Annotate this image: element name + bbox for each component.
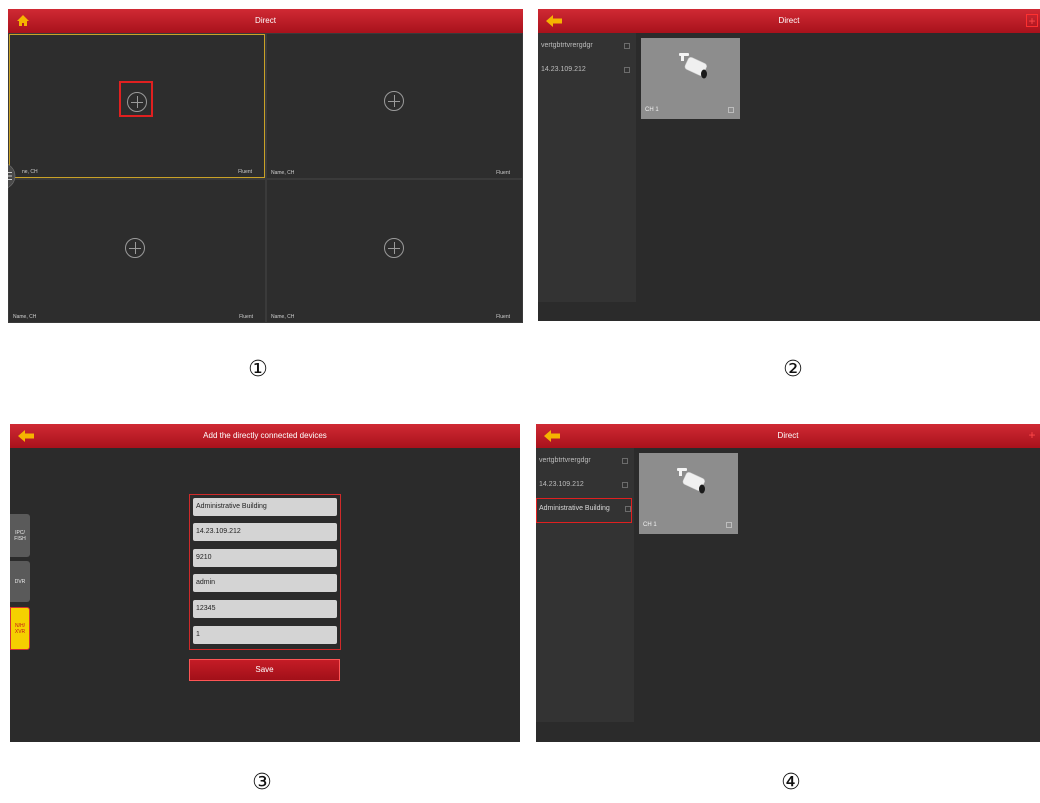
camera-icon (679, 53, 707, 79)
list-item[interactable]: vertgbtrtvrergdgr (536, 449, 634, 473)
add-device-icon[interactable]: + (1026, 429, 1038, 442)
camera-icon (677, 468, 705, 494)
page-title: Direct (777, 431, 799, 440)
channel-label: CH 1 (645, 107, 659, 113)
back-arrow-icon[interactable] (546, 15, 562, 27)
cell-caption: Name, CH Fluent (271, 170, 510, 176)
list-item[interactable]: 14.23.109.212 (538, 58, 636, 82)
checkbox[interactable] (622, 482, 628, 488)
panel-live-view: Direct ne, CH Fluent Name, CH Fluent Nam… (8, 9, 523, 323)
cell-caption: Name, CH Fluent (271, 314, 510, 320)
video-cell[interactable]: Name, CH Fluent (267, 34, 522, 178)
add-circle-icon[interactable] (384, 238, 404, 258)
title-bar: Add the directly connected devices (10, 424, 520, 448)
panel-add-device-form: Add the directly connected devices IPC/ … (10, 424, 520, 742)
channel-label: CH 1 (643, 522, 657, 528)
checkbox[interactable] (728, 107, 734, 113)
home-icon[interactable] (16, 14, 30, 27)
title-bar: Direct + (536, 424, 1040, 448)
back-arrow-icon[interactable] (544, 430, 560, 442)
username-field[interactable]: admin (193, 574, 337, 592)
new-device-highlight (536, 498, 632, 523)
title-bar: Direct + (538, 9, 1040, 33)
device-form: Administrative Building 14.23.109.212 92… (189, 494, 341, 650)
video-cell[interactable]: Name, CH Fluent (267, 180, 522, 322)
port-field[interactable]: 9210 (193, 549, 337, 567)
checkbox[interactable] (622, 458, 628, 464)
channel-tile[interactable]: CH 1 (641, 38, 740, 119)
save-button[interactable]: Save (189, 659, 340, 681)
list-item[interactable]: vertgbtrtvrergdgr (538, 34, 636, 58)
step-label: ③ (252, 770, 272, 795)
menu-icon[interactable] (8, 163, 24, 189)
add-circle-icon[interactable] (125, 238, 145, 258)
page-title: Add the directly connected devices (203, 431, 327, 440)
step-label: ② (783, 357, 803, 382)
page-title: Direct (255, 16, 276, 25)
video-cell[interactable]: Name, CH Fluent (9, 180, 265, 322)
channel-tile[interactable]: CH 1 (639, 453, 738, 534)
step-label: ④ (781, 770, 801, 795)
device-list: vertgbtrtvrergdgr 14.23.109.212 Administ… (536, 448, 634, 722)
cell-caption: Name, CH Fluent (13, 314, 253, 320)
step-label: ① (248, 357, 268, 382)
checkbox[interactable] (624, 67, 630, 73)
add-device-icon[interactable]: + (1026, 14, 1038, 28)
add-circle-icon[interactable] (384, 91, 404, 111)
cell-caption: ne, CH Fluent (22, 169, 252, 175)
back-arrow-icon[interactable] (18, 430, 34, 442)
add-highlight (119, 81, 153, 117)
checkbox[interactable] (624, 43, 630, 49)
panel-direct-device-list-updated: Direct + vertgbtrtvrergdgr 14.23.109.212… (536, 424, 1040, 742)
tab-dvr[interactable]: DVR (10, 561, 30, 602)
channel-count-field[interactable]: 1 (193, 626, 337, 644)
page-title: Direct (778, 16, 800, 25)
panel-direct-device-list: Direct + vertgbtrtvrergdgr 14.23.109.212… (538, 9, 1040, 321)
list-item[interactable]: 14.23.109.212 (536, 473, 634, 497)
device-list: vertgbtrtvrergdgr 14.23.109.212 (538, 33, 636, 302)
checkbox[interactable] (726, 522, 732, 528)
title-bar: Direct (8, 9, 523, 33)
ip-address-field[interactable]: 14.23.109.212 (193, 523, 337, 541)
tab-ipc-fish[interactable]: IPC/ FISH (10, 514, 30, 557)
tab-nvr-xvr[interactable]: N/H/ XVR (10, 607, 30, 650)
password-field[interactable]: 12345 (193, 600, 337, 618)
device-name-field[interactable]: Administrative Building (193, 498, 337, 516)
